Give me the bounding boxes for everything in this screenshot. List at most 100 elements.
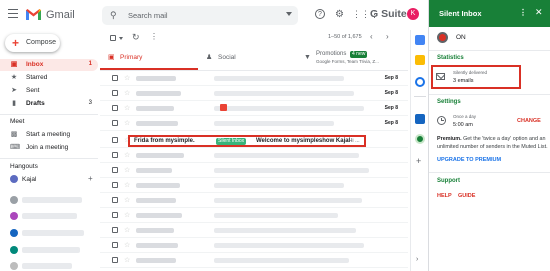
contact-avatar[interactable] (10, 196, 18, 204)
upgrade-premium-button[interactable]: UPGRADE TO PREMIUM (437, 157, 501, 163)
email-row[interactable]: ☆ (100, 223, 408, 238)
row-checkbox[interactable] (112, 105, 118, 111)
email-sender-redacted (136, 76, 176, 81)
contact-avatar[interactable] (10, 229, 18, 237)
add-contact-icon[interactable]: + (88, 174, 93, 183)
support-icon[interactable]: ? (315, 9, 325, 19)
row-checkbox[interactable] (112, 152, 118, 158)
email-row[interactable]: ☆ Sep 8 (100, 71, 408, 86)
compose-button[interactable]: + Compose (5, 34, 60, 52)
hangouts-user-name[interactable]: Kajal (22, 176, 36, 183)
get-addons-icon[interactable]: + (416, 156, 421, 166)
search-bar[interactable]: ⚲ Search mail (102, 6, 298, 25)
apps-grid-icon[interactable]: ⋮⋮⋮ (352, 9, 379, 20)
video-camera-icon: ▩ (10, 131, 18, 138)
account-avatar[interactable]: K (407, 8, 419, 20)
row-checkbox[interactable] (112, 90, 118, 96)
email-row[interactable]: ☆ Sep 8 (100, 101, 408, 116)
contact-name[interactable] (22, 197, 82, 203)
close-icon[interactable]: ✕ (535, 7, 543, 18)
email-row[interactable]: ☆ (100, 238, 408, 253)
silent-inbox-addon-icon[interactable] (415, 134, 425, 144)
contact-name[interactable] (22, 230, 84, 236)
email-subject-redacted (214, 168, 369, 173)
email-row[interactable]: ☆ Sep 8 (100, 86, 408, 101)
tab-primary[interactable]: ▣ Primary (100, 48, 198, 70)
tasks-icon[interactable] (415, 77, 425, 87)
email-row[interactable]: ☆ (100, 208, 408, 223)
contact-name[interactable] (22, 263, 72, 269)
row-checkbox[interactable] (112, 120, 118, 126)
start-meeting-item[interactable]: ▩ Start a meeting (0, 129, 98, 141)
tab-promotions[interactable]: ▼ Promotions 4 new Google Forms, Team Tr… (296, 48, 406, 70)
refresh-icon[interactable]: ↻ (132, 32, 140, 43)
next-page-icon[interactable]: › (386, 32, 389, 41)
star-icon[interactable]: ☆ (124, 197, 130, 204)
contact-avatar[interactable] (10, 212, 18, 220)
email-row[interactable]: ☆ (100, 253, 408, 268)
search-input[interactable]: Search mail (128, 11, 168, 20)
contact-avatar[interactable] (10, 246, 18, 254)
main-menu-icon[interactable] (8, 9, 18, 18)
settings-gear-icon[interactable]: ⚙ (334, 9, 345, 20)
row-checkbox[interactable] (112, 182, 118, 188)
star-icon[interactable]: ☆ (124, 105, 130, 112)
nav-item-starred[interactable]: ★ Starred (0, 72, 98, 84)
collapse-panel-icon[interactable]: › (416, 256, 418, 263)
highlighted-email-frame[interactable]: Frida from mysimple. Silent Inbox Welcom… (128, 135, 366, 147)
support-heading: Support (437, 178, 460, 184)
star-icon[interactable]: ☆ (124, 120, 130, 127)
email-row[interactable]: ☆ (100, 193, 408, 208)
row-checkbox[interactable] (112, 137, 118, 143)
help-link[interactable]: HELP (437, 193, 452, 199)
nav-item-inbox[interactable]: ▣ Inbox 1 (0, 59, 98, 71)
nav-item-label: Starred (26, 74, 48, 81)
row-checkbox[interactable] (112, 242, 118, 248)
email-sender: Frida from mysimple. (134, 138, 195, 144)
select-all-checkbox[interactable] (110, 35, 116, 41)
more-vert-icon[interactable]: ⋮ (519, 8, 527, 17)
row-checkbox[interactable] (112, 75, 118, 81)
addon-icon[interactable] (415, 114, 425, 124)
select-dropdown-icon[interactable] (119, 37, 123, 40)
join-meeting-item[interactable]: ⌨ Join a meeting (0, 142, 98, 154)
email-row[interactable]: ☆ (100, 148, 408, 163)
more-options-icon[interactable]: ⋮ (150, 32, 158, 41)
email-label-chip[interactable]: Silent Inbox (216, 138, 247, 145)
search-icon[interactable]: ⚲ (110, 11, 117, 20)
star-icon[interactable]: ☆ (124, 212, 130, 219)
row-checkbox[interactable] (112, 167, 118, 173)
star-icon[interactable]: ☆ (124, 167, 130, 174)
star-icon[interactable]: ☆ (124, 152, 130, 159)
email-row[interactable]: ☆ Sep 8 (100, 116, 408, 131)
hangouts-avatar[interactable] (10, 175, 18, 183)
tab-social[interactable]: ♟ Social (198, 48, 296, 70)
email-subject-redacted (214, 153, 359, 158)
email-row[interactable]: ☆ (100, 163, 408, 178)
row-checkbox[interactable] (112, 197, 118, 203)
divider (429, 172, 550, 173)
star-icon[interactable]: ☆ (124, 242, 130, 249)
email-row[interactable]: ☆ (100, 178, 408, 193)
change-button[interactable]: CHANGE (517, 118, 541, 124)
calendar-icon[interactable] (415, 35, 425, 45)
star-icon[interactable]: ☆ (124, 257, 130, 264)
nav-item-drafts[interactable]: ▮ Drafts 3 (0, 98, 98, 110)
star-icon[interactable]: ☆ (124, 75, 130, 82)
star-icon[interactable]: ☆ (124, 90, 130, 97)
guide-link[interactable]: GUIDE (458, 193, 475, 199)
contact-name[interactable] (22, 213, 77, 219)
previous-page-icon[interactable]: ‹ (370, 32, 373, 41)
contact-name[interactable] (22, 247, 80, 253)
attachment-icon[interactable] (220, 104, 227, 111)
keep-icon[interactable] (415, 55, 425, 65)
star-icon[interactable]: ☆ (124, 227, 130, 234)
email-subject-redacted (214, 243, 364, 248)
star-icon[interactable]: ☆ (124, 182, 130, 189)
contact-avatar[interactable] (10, 262, 18, 270)
row-checkbox[interactable] (112, 257, 118, 263)
search-options-icon[interactable] (286, 12, 292, 16)
nav-item-sent[interactable]: ➤ Sent (0, 85, 98, 97)
row-checkbox[interactable] (112, 227, 118, 233)
row-checkbox[interactable] (112, 212, 118, 218)
